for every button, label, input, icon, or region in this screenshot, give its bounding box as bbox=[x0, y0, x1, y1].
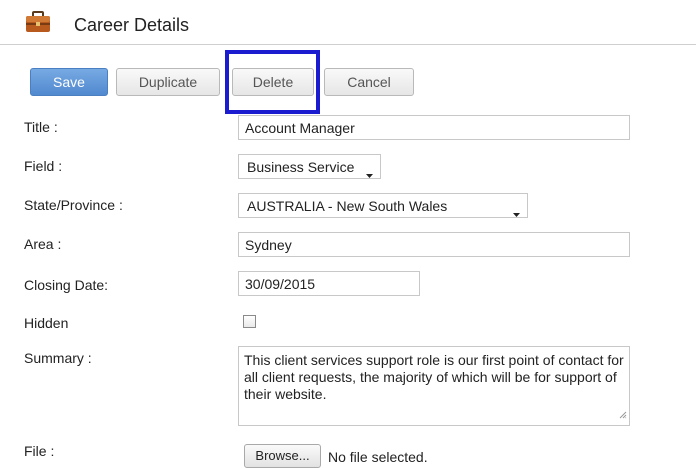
summary-label: Summary : bbox=[24, 350, 92, 366]
summary-text: This client services support role is our… bbox=[244, 352, 624, 402]
page-header: Career Details bbox=[0, 0, 696, 45]
page-title: Career Details bbox=[74, 15, 190, 35]
browse-button[interactable]: Browse... bbox=[244, 444, 321, 468]
field-select[interactable]: Business Service bbox=[238, 154, 381, 179]
title-label: Title : bbox=[24, 119, 58, 135]
briefcase-icon bbox=[25, 11, 51, 36]
summary-textarea[interactable]: This client services support role is our… bbox=[238, 346, 630, 426]
area-input[interactable] bbox=[238, 232, 630, 257]
delete-button[interactable]: Delete bbox=[232, 68, 314, 96]
state-label: State/Province : bbox=[24, 197, 123, 213]
closing-date-input[interactable] bbox=[238, 271, 420, 296]
file-status: No file selected. bbox=[328, 449, 428, 465]
field-select-value: Business Service bbox=[247, 159, 355, 175]
duplicate-button[interactable]: Duplicate bbox=[116, 68, 220, 96]
dropdown-arrow-icon bbox=[366, 165, 373, 181]
closing-date-label: Closing Date: bbox=[24, 277, 109, 293]
state-select[interactable]: AUSTRALIA - New South Wales bbox=[238, 193, 528, 218]
hidden-checkbox[interactable] bbox=[243, 315, 256, 328]
area-label: Area : bbox=[24, 236, 62, 252]
hidden-label: Hidden bbox=[24, 315, 69, 331]
cancel-button[interactable]: Cancel bbox=[324, 68, 414, 96]
dropdown-arrow-icon bbox=[513, 204, 520, 220]
save-button[interactable]: Save bbox=[30, 68, 108, 96]
field-label: Field : bbox=[24, 158, 63, 174]
title-input[interactable] bbox=[238, 115, 630, 140]
file-label: File : bbox=[24, 443, 55, 459]
state-select-value: AUSTRALIA - New South Wales bbox=[247, 198, 448, 214]
resize-grip-icon[interactable] bbox=[619, 406, 627, 423]
